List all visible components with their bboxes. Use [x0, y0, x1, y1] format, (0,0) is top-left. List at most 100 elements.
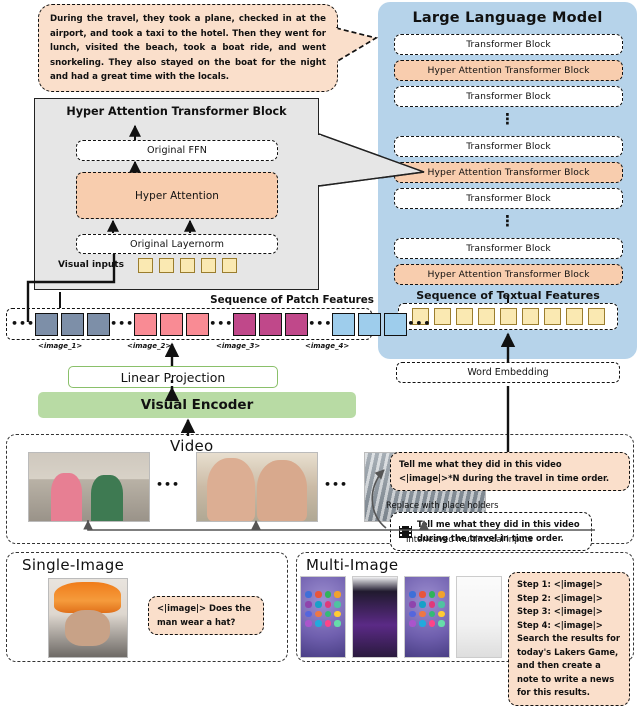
app-icon [418, 600, 426, 608]
app-icon [334, 620, 341, 627]
textual-feature-token [521, 308, 539, 325]
multi-image-screenshot-4 [456, 576, 502, 658]
video-frame-2 [196, 452, 318, 522]
patch-feature-token [259, 312, 283, 336]
patch-feature-token [358, 312, 382, 336]
patch-feature-token [285, 312, 309, 336]
patch-image-label: <image_4> [305, 342, 350, 350]
app-icon [438, 591, 445, 598]
app-icon [438, 600, 445, 608]
patch-feature-token [384, 312, 408, 336]
single-image-prompt-bubble: <|image|> Does the man wear a hat? [148, 596, 264, 635]
patch-ellipsis: ••• [407, 317, 432, 330]
llm-hyper-attention-transformer-block[interactable]: Hyper Attention Transformer Block [394, 60, 623, 81]
video-ellipsis-1: ••• [156, 478, 181, 491]
app-icon [305, 591, 312, 598]
replace-caption: Replace with place holders [386, 500, 499, 510]
hyper-attention-detail-panel: Hyper Attention Transformer Block Origin… [34, 98, 319, 290]
app-icon [314, 591, 322, 598]
app-icon [324, 610, 332, 618]
textual-feature-token [477, 308, 495, 325]
patch-group [35, 312, 111, 336]
video-ellipsis-2: ••• [324, 478, 349, 491]
visual-inputs-label: Visual inputs [58, 260, 124, 270]
llm-title: Large Language Model [412, 10, 603, 26]
llm-transformer-block[interactable]: Transformer Block [394, 238, 623, 259]
multi-image-title: Multi-Image [306, 556, 399, 574]
llm-transformer-block[interactable]: Transformer Block [394, 86, 623, 107]
app-icon [324, 600, 332, 608]
app-grid-3 [409, 591, 445, 627]
app-icon [324, 591, 332, 598]
app-icon [305, 600, 312, 608]
app-icon [428, 591, 436, 598]
multi-image-screenshot-3 [404, 576, 450, 658]
textual-feature-token [499, 308, 517, 325]
llm-vertical-ellipsis: ⋮ [500, 110, 515, 128]
app-icon [428, 610, 436, 618]
detail-panel-title: Hyper Attention Transformer Block [66, 105, 287, 118]
app-icon [305, 610, 312, 618]
linear-projection-block: Linear Projection [68, 366, 278, 388]
app-icon [409, 610, 416, 618]
app-icon [314, 620, 322, 627]
app-icon [418, 591, 426, 598]
app-icon [334, 591, 341, 598]
patch-image-label: <image_2> [127, 342, 172, 350]
visual-input-token [159, 258, 174, 273]
textual-feature-token [455, 308, 473, 325]
app-icon [438, 620, 445, 627]
patch-feature-token [160, 312, 184, 336]
visual-input-token [138, 258, 153, 273]
app-icon [334, 600, 341, 608]
app-icon [409, 591, 416, 598]
patch-feature-token [233, 312, 257, 336]
visual-input-token [180, 258, 195, 273]
llm-hyper-attention-transformer-block[interactable]: Hyper Attention Transformer Block [394, 162, 623, 183]
textual-feature-token [433, 308, 451, 325]
video-prompt-raw-bubble: Tell me what they did in this video duri… [390, 512, 592, 551]
model-output-bubble: During the travel, they took a plane, ch… [38, 4, 338, 92]
app-icon [314, 600, 322, 608]
patch-ellipsis: ••• [209, 317, 234, 330]
patch-image-labels: <image_1> <image_2> <image_3> <image_4> [6, 342, 372, 356]
app-icon [334, 610, 341, 618]
app-icon [409, 620, 416, 627]
textual-features-title: Sequence of Textual Features [416, 289, 600, 302]
llm-hyper-attention-transformer-block[interactable]: Hyper Attention Transformer Block [394, 264, 623, 285]
single-image-photo [48, 578, 128, 658]
app-icon [428, 600, 436, 608]
app-icon [409, 600, 416, 608]
patch-feature-token [35, 312, 59, 336]
textual-feature-token [565, 308, 583, 325]
llm-transformer-block[interactable]: Transformer Block [394, 136, 623, 157]
app-icon [418, 610, 426, 618]
visual-input-tokens [138, 258, 237, 273]
visual-input-token [222, 258, 237, 273]
llm-transformer-block[interactable]: Transformer Block [394, 188, 623, 209]
patch-feature-token [332, 312, 356, 336]
app-icon [438, 610, 445, 618]
llm-transformer-block[interactable]: Transformer Block [394, 34, 623, 55]
patch-group [233, 312, 309, 336]
patch-features-title: Sequence of Patch Features [210, 294, 374, 306]
hyper-attention-block: Hyper Attention [76, 172, 278, 219]
interleaved-caption: Interleaved multimodal inputs [406, 534, 533, 544]
app-icon [305, 620, 312, 627]
patch-group [134, 312, 210, 336]
sequence-of-patch-features: ••• ••• ••• ••• ••• [6, 308, 430, 340]
patch-image-label: <image_3> [216, 342, 261, 350]
patch-feature-token [134, 312, 158, 336]
app-grid-1 [305, 591, 341, 627]
bubble-tail [335, 27, 379, 63]
app-icon [314, 610, 322, 618]
textual-feature-token [587, 308, 605, 325]
textual-feature-token [543, 308, 561, 325]
app-icon [324, 620, 332, 627]
patch-image-label: <image_1> [38, 342, 83, 350]
multi-image-screenshot-1 [300, 576, 346, 658]
multi-image-screenshot-2 [352, 576, 398, 658]
original-layernorm-block: Original Layernorm [76, 234, 278, 254]
patch-ellipsis: ••• [308, 317, 333, 330]
patch-feature-token [87, 312, 111, 336]
